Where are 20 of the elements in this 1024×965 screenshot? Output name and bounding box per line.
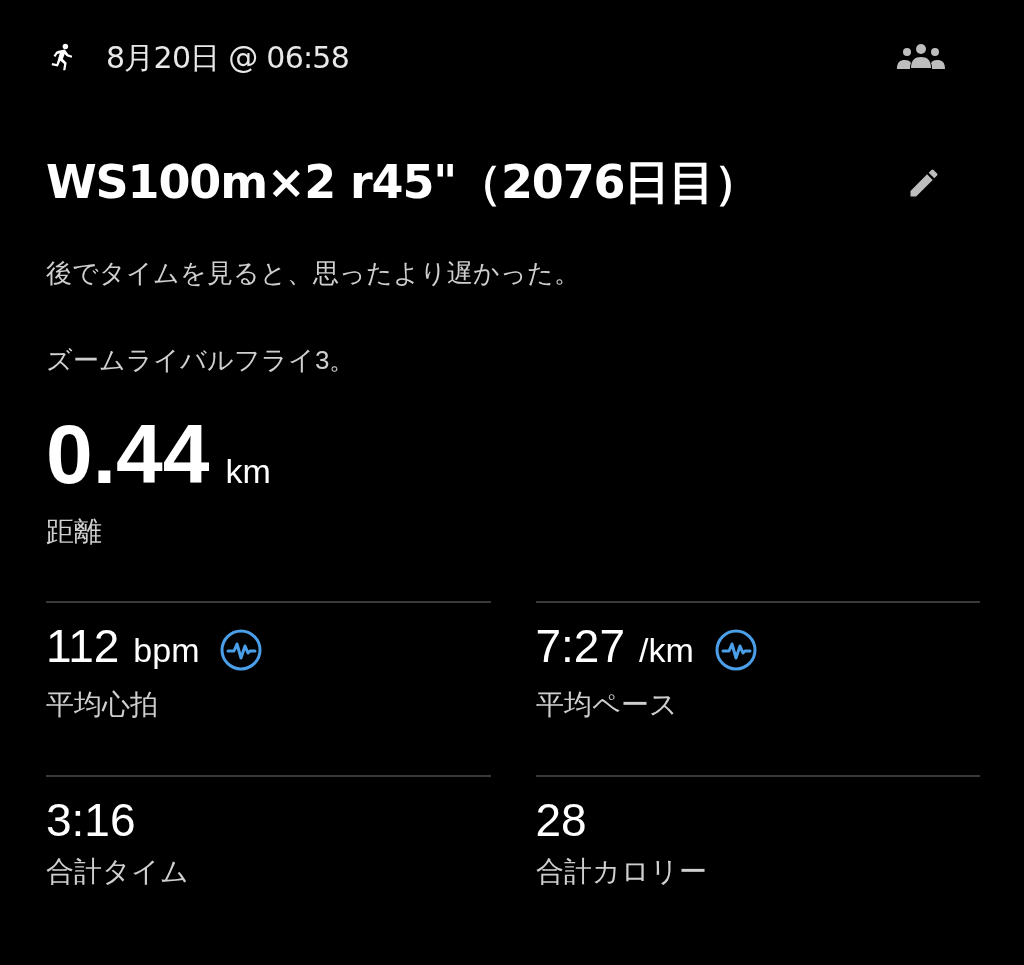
- distance-value: 0.44: [46, 412, 210, 496]
- stat-value: 28: [535, 797, 587, 843]
- pulse-icon[interactable]: [713, 627, 758, 672]
- distance-label: 距離: [46, 515, 103, 549]
- activity-note: 後でタイムを見ると、思ったより遅かった。: [46, 257, 581, 290]
- stat-unit: /km: [639, 630, 694, 671]
- stat-value: 3:16: [46, 797, 136, 843]
- stat-label: 合計カロリー: [535, 855, 708, 889]
- stat-label: 平均心拍: [46, 688, 159, 722]
- activity-note: ズームライバルフライ3。: [46, 343, 357, 376]
- stat-label: 平均ペース: [535, 688, 679, 722]
- stat-value: 7:27: [535, 623, 626, 669]
- people-icon[interactable]: [895, 42, 947, 72]
- distance-unit: km: [225, 451, 271, 492]
- stat-unit: bpm: [133, 630, 200, 671]
- pulse-icon[interactable]: [219, 627, 264, 672]
- stat-label: 合計タイム: [46, 855, 190, 889]
- activity-title: WS100m×2 r45"（2076日目）: [46, 154, 759, 211]
- stat-value: 112: [46, 623, 120, 669]
- activity-date: 8月20日 @ 06:58: [106, 38, 350, 77]
